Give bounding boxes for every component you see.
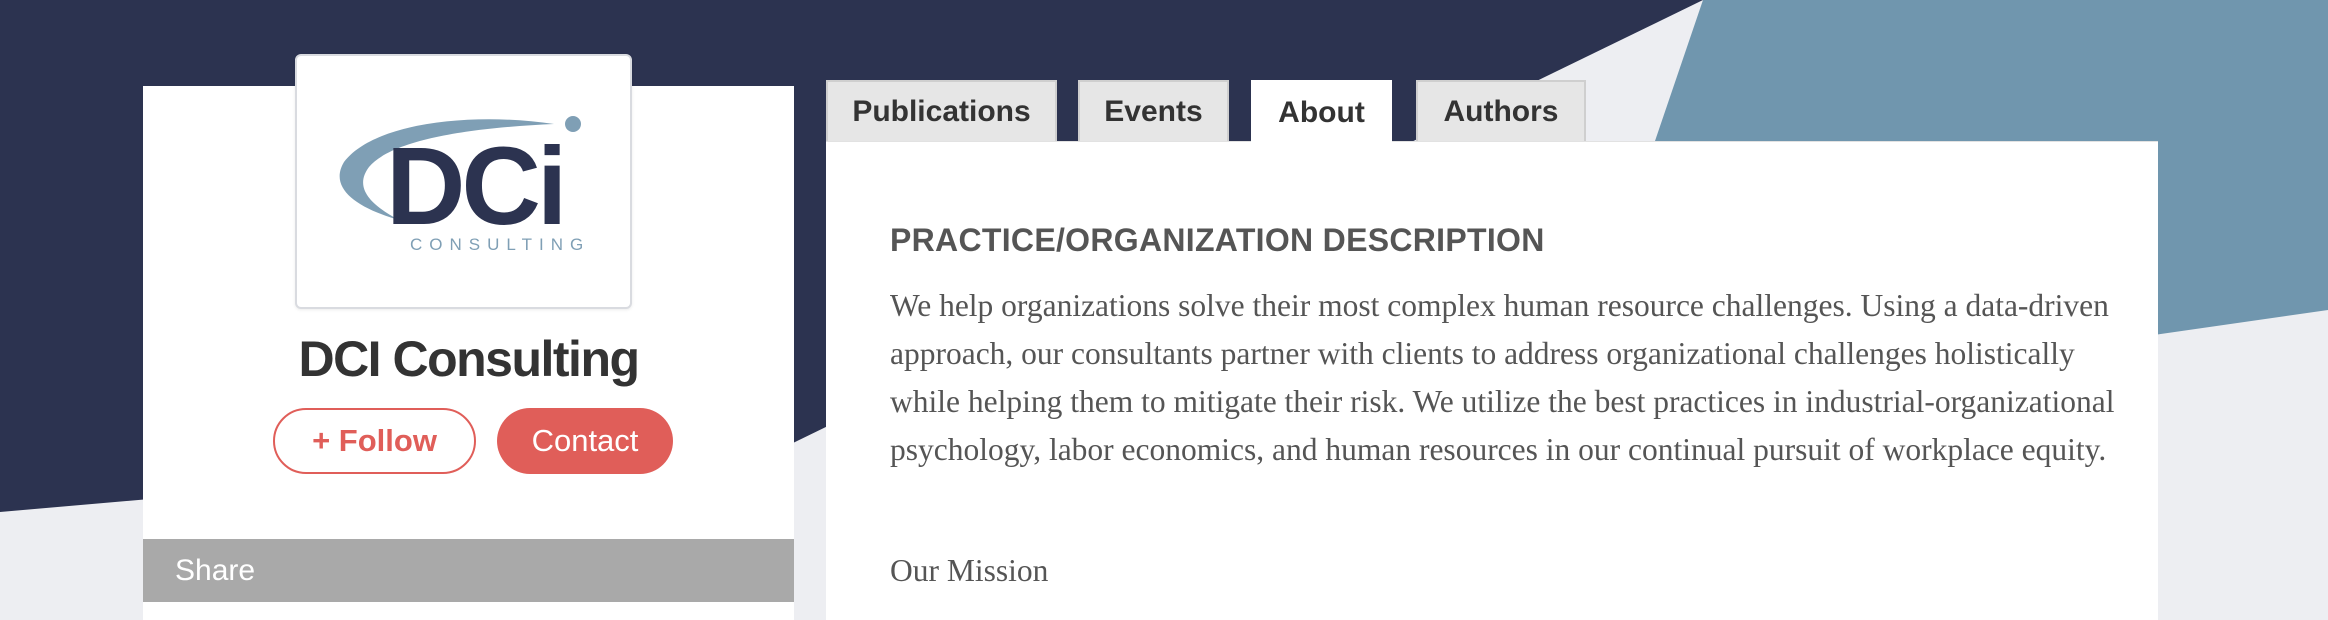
tab-authors[interactable]: Authors [1416,80,1586,142]
company-logo: DCi CONSULTING [295,54,632,309]
follow-button[interactable]: + Follow [273,408,476,474]
tab-events[interactable]: Events [1078,80,1229,142]
svg-text:DCi: DCi [386,125,563,248]
about-panel: PRACTICE/ORGANIZATION DESCRIPTION We hel… [826,141,2158,620]
mission-heading: Our Mission [890,553,1049,588]
section-heading: PRACTICE/ORGANIZATION DESCRIPTION [890,222,1545,258]
share-bar[interactable]: Share [143,539,794,602]
share-label: Share [175,553,256,587]
organization-name: DCI Consulting [298,331,640,387]
contact-button[interactable]: Contact [497,408,673,474]
dci-logo-icon: DCi CONSULTING [339,115,590,254]
tab-publications[interactable]: Publications [826,80,1057,142]
svg-text:CONSULTING: CONSULTING [410,235,590,254]
organization-description: We help organizations solve their most c… [890,288,2115,467]
tab-about[interactable]: About [1251,80,1392,144]
